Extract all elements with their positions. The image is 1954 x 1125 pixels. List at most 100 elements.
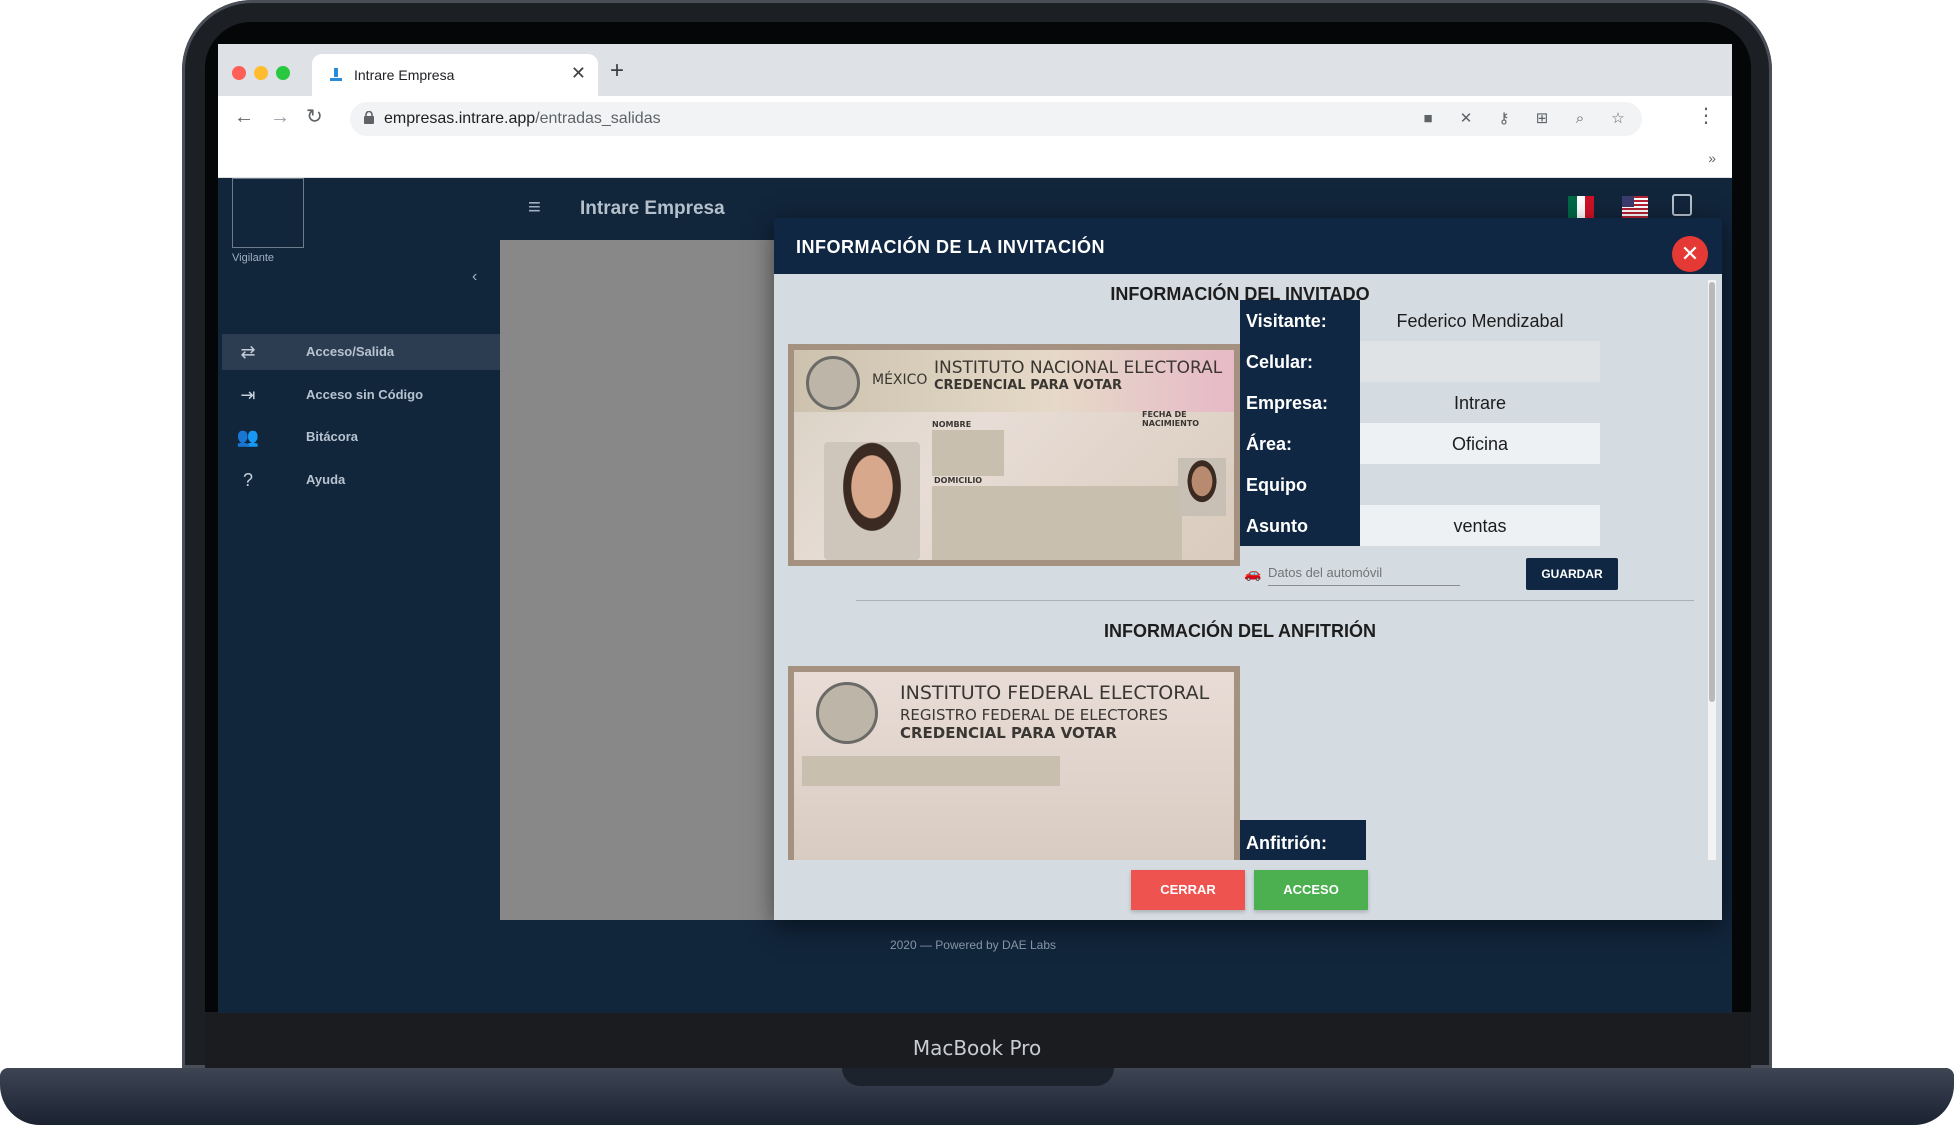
field-row-equipo: Equipo bbox=[1240, 464, 1694, 505]
device-label: MacBook Pro bbox=[912, 1036, 1042, 1060]
access-button[interactable]: ACCESO bbox=[1254, 870, 1368, 910]
main-panel: ≡ Intrare Empresa 2020 — Powered by DAE … bbox=[500, 178, 1732, 1013]
url-text: empresas.intrare.app/entradas_salidas bbox=[384, 110, 661, 127]
address-bar[interactable]: empresas.intrare.app/entradas_salidas ■ … bbox=[350, 102, 1642, 136]
back-icon[interactable]: ← bbox=[234, 107, 254, 127]
camera-icon[interactable]: ■ bbox=[1418, 109, 1438, 129]
address-bar-icons: ■ ✕ ⚷ ⊞ ⌕ ☆ bbox=[1418, 109, 1628, 129]
sidebar-item-label: Acceso/Salida bbox=[306, 344, 395, 359]
maximize-window-icon[interactable] bbox=[276, 66, 290, 80]
field-label: Celular: bbox=[1240, 341, 1360, 382]
id-name-label: NOMBRE bbox=[932, 420, 972, 429]
field-value: ventas bbox=[1360, 505, 1600, 546]
translate-icon[interactable]: ⊞ bbox=[1532, 109, 1552, 129]
reload-icon[interactable]: ↻ bbox=[306, 107, 323, 127]
bookmarks-bar: » bbox=[218, 142, 1732, 178]
field-value bbox=[1360, 464, 1600, 505]
screen: Intrare Empresa ✕ + ← → ↻ empresas.intra… bbox=[218, 44, 1732, 1013]
laptop-notch bbox=[842, 1068, 1114, 1086]
notifications-off-icon[interactable]: ✕ bbox=[1456, 109, 1476, 129]
field-label: Área: bbox=[1240, 423, 1360, 464]
field-label: Asunto bbox=[1240, 505, 1360, 546]
seal-icon bbox=[816, 682, 878, 744]
swap-icon: ⇄ bbox=[240, 342, 256, 362]
modal-title: INFORMACIÓN DE LA INVITACIÓN bbox=[796, 237, 1105, 257]
id-registry: REGISTRO FEDERAL DE ELECTORES bbox=[900, 706, 1168, 724]
id-photo-small bbox=[1178, 458, 1226, 516]
redacted-area bbox=[932, 430, 1004, 476]
field-value: Federico Mendizabal bbox=[1396, 311, 1564, 331]
sidebar-item-label: Bitácora bbox=[306, 429, 359, 444]
id-credential-type: CREDENCIAL PARA VOTAR bbox=[900, 724, 1117, 742]
menu-icon[interactable]: ⋮ bbox=[1696, 106, 1716, 126]
modal-footer: CERRAR ACCESO bbox=[774, 860, 1722, 920]
sidebar-item-acceso-salida[interactable]: ⇄ Acceso/Salida bbox=[222, 334, 500, 370]
collapse-sidebar-icon[interactable]: ‹ bbox=[472, 268, 477, 286]
footer-text: 2020 — Powered by DAE Labs bbox=[889, 938, 1057, 952]
field-label: Equipo bbox=[1240, 464, 1360, 505]
invitation-modal: INFORMACIÓN DE LA INVITACIÓN ✕ INFORMACI… bbox=[774, 218, 1722, 920]
star-icon[interactable]: ☆ bbox=[1608, 109, 1628, 129]
logout-icon[interactable] bbox=[1672, 194, 1692, 216]
zoom-icon[interactable]: ⌕ bbox=[1570, 109, 1590, 129]
app-footer: 2020 — Powered by DAE Labs bbox=[500, 920, 1732, 1013]
lock-icon bbox=[364, 111, 374, 124]
field-row-visitante: Visitante: Federico Mendizabal bbox=[1240, 300, 1694, 341]
redacted-area bbox=[932, 486, 1182, 560]
app: Vigilante ‹ ⇄ Acceso/Salida ⇥ Acceso sin… bbox=[218, 178, 1732, 1013]
favicon-icon bbox=[330, 68, 342, 81]
id-country: MÉXICO bbox=[872, 372, 928, 388]
more-bookmarks-icon[interactable]: » bbox=[1708, 150, 1716, 166]
id-institution: INSTITUTO NACIONAL ELECTORAL bbox=[934, 358, 1223, 378]
new-tab-icon[interactable]: + bbox=[610, 59, 624, 83]
id-credential-type: CREDENCIAL PARA VOTAR bbox=[934, 378, 1123, 393]
id-address-label: DOMICILIO bbox=[934, 476, 983, 485]
id-institution: INSTITUTO FEDERAL ELECTORAL bbox=[900, 682, 1210, 704]
field-label: Empresa: bbox=[1240, 382, 1360, 423]
sidebar-item-acceso-sin-codigo[interactable]: ⇥ Acceso sin Código bbox=[222, 377, 500, 413]
close-window-icon[interactable] bbox=[232, 66, 246, 80]
sidebar-item-ayuda[interactable]: ? Ayuda bbox=[222, 462, 500, 498]
host-id-image: INSTITUTO FEDERAL ELECTORAL REGISTRO FED… bbox=[788, 666, 1240, 860]
field-value bbox=[1360, 341, 1600, 382]
forward-icon[interactable]: → bbox=[270, 107, 290, 127]
field-row-empresa: Empresa: Intrare bbox=[1240, 382, 1694, 423]
close-button[interactable]: CERRAR bbox=[1131, 870, 1245, 910]
app-title: Intrare Empresa bbox=[580, 198, 725, 219]
id-photo bbox=[824, 442, 920, 560]
car-details-input[interactable] bbox=[1268, 560, 1460, 586]
browser-tabbar: Intrare Empresa ✕ + bbox=[218, 44, 1732, 96]
user-avatar bbox=[232, 178, 304, 248]
field-row-celular: Celular: bbox=[1240, 341, 1694, 382]
user-role: Vigilante bbox=[232, 252, 274, 264]
host-label: Anfitrión: bbox=[1240, 820, 1366, 860]
sidebar-item-label: Acceso sin Código bbox=[306, 387, 424, 402]
save-button[interactable]: GUARDAR bbox=[1526, 558, 1618, 590]
field-row-asunto: Asunto ventas bbox=[1240, 505, 1694, 546]
mexico-flag-icon[interactable] bbox=[1568, 196, 1595, 218]
field-value: Oficina bbox=[1360, 423, 1600, 464]
key-icon[interactable]: ⚷ bbox=[1494, 109, 1514, 129]
car-icon: 🚗 bbox=[1244, 565, 1262, 581]
guest-id-image: MÉXICO INSTITUTO NACIONAL ELECTORAL CRED… bbox=[788, 344, 1240, 566]
host-section-title: INFORMACIÓN DEL ANFITRIÓN bbox=[1104, 621, 1376, 641]
browser-tab[interactable]: Intrare Empresa ✕ bbox=[312, 54, 598, 96]
sidebar: Vigilante ‹ ⇄ Acceso/Salida ⇥ Acceso sin… bbox=[218, 178, 500, 1013]
minimize-window-icon[interactable] bbox=[254, 66, 268, 80]
scrollbar-thumb[interactable] bbox=[1709, 282, 1715, 702]
hamburger-menu-icon[interactable]: ≡ bbox=[528, 196, 541, 218]
sidebar-item-label: Ayuda bbox=[306, 472, 346, 487]
seal-icon bbox=[806, 356, 860, 410]
field-value: Intrare bbox=[1453, 393, 1507, 413]
section-divider bbox=[856, 600, 1694, 601]
close-tab-icon[interactable]: ✕ bbox=[571, 63, 586, 84]
browser-toolbar: ← → ↻ empresas.intrare.app/entradas_sali… bbox=[218, 96, 1732, 142]
usa-flag-icon[interactable] bbox=[1622, 196, 1648, 218]
redacted-area bbox=[802, 756, 1060, 786]
field-label: Visitante: bbox=[1240, 300, 1360, 341]
field-row-area: Área: Oficina bbox=[1240, 423, 1694, 464]
sidebar-item-bitacora[interactable]: 👥 Bitácora bbox=[222, 419, 500, 455]
close-modal-button[interactable]: ✕ bbox=[1672, 236, 1708, 272]
tab-title: Intrare Empresa bbox=[354, 67, 455, 83]
login-icon: ⇥ bbox=[240, 385, 256, 405]
